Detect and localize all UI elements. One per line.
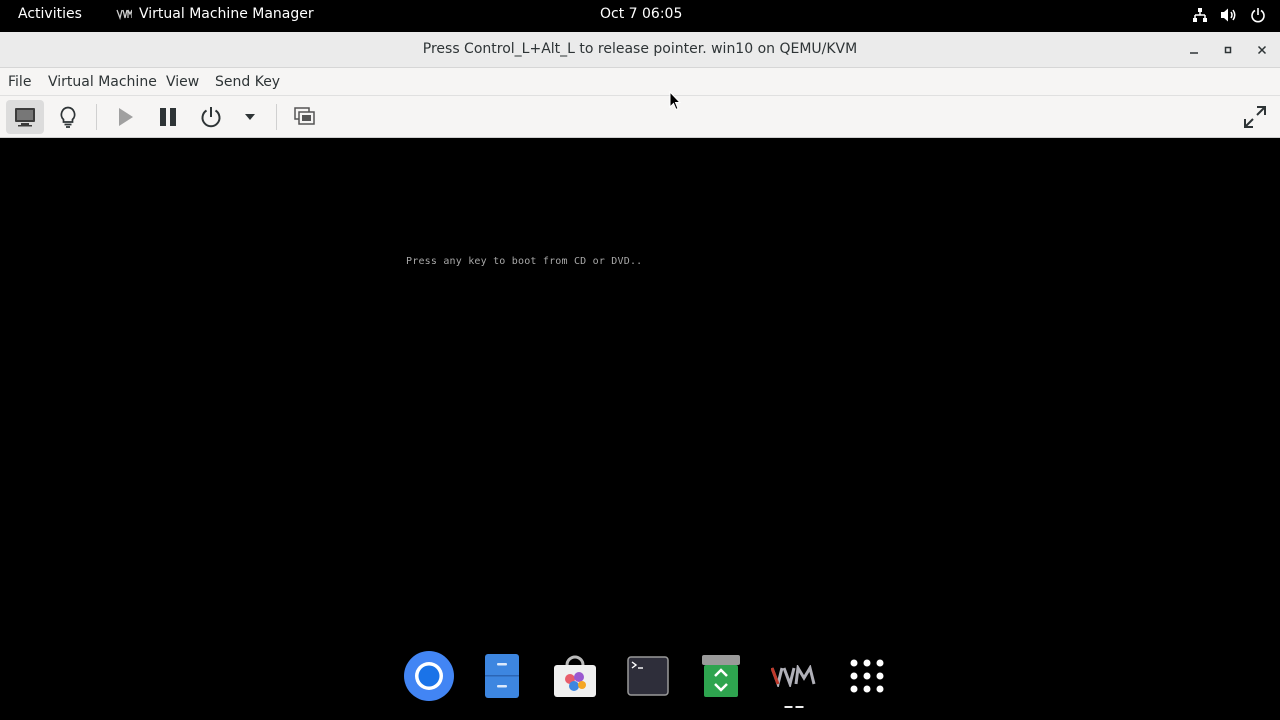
menu-file[interactable]: File xyxy=(8,74,31,90)
volume-icon[interactable] xyxy=(1220,7,1238,23)
pause-button[interactable] xyxy=(150,100,186,134)
shutdown-icon xyxy=(201,107,221,128)
top-bar: Activities Virtual Machine Manager Oct 7… xyxy=(0,0,1280,32)
dash-item-terminal[interactable] xyxy=(611,650,684,702)
snapshots-button[interactable] xyxy=(286,100,324,134)
vmm-icon xyxy=(770,665,815,687)
dash-item-software[interactable] xyxy=(538,650,611,702)
dash-item-virt-manager[interactable] xyxy=(757,650,830,708)
minimize-icon xyxy=(1190,52,1198,54)
running-indicator xyxy=(784,706,803,708)
dash xyxy=(392,650,903,710)
vmm-small-icon xyxy=(116,9,132,20)
snapshots-icon xyxy=(294,107,315,125)
dash-item-show-apps[interactable] xyxy=(830,650,903,702)
pause-icon xyxy=(160,108,176,126)
title-bar[interactable]: Press Control_L+Alt_L to release pointer… xyxy=(0,32,1280,68)
mouse-pointer-icon xyxy=(669,91,681,111)
app-menu[interactable]: Virtual Machine Manager xyxy=(116,6,314,22)
shutdown-menu-button[interactable] xyxy=(236,100,264,134)
close-icon xyxy=(1257,45,1267,55)
shutdown-button[interactable] xyxy=(192,100,230,134)
dash-item-files[interactable] xyxy=(465,650,538,702)
details-lightbulb-icon xyxy=(60,106,76,128)
trash-icon xyxy=(701,655,740,697)
activities-button[interactable]: Activities xyxy=(18,6,82,22)
app-menu-label: Virtual Machine Manager xyxy=(139,6,314,22)
fullscreen-icon xyxy=(1244,106,1266,128)
window-title: Press Control_L+Alt_L to release pointer… xyxy=(422,41,858,57)
menu-bar: File Virtual Machine View Send Key xyxy=(0,68,1280,96)
toolbar-separator xyxy=(96,104,97,130)
files-icon xyxy=(484,654,519,698)
dash-item-chrome[interactable] xyxy=(392,650,465,702)
vm-console-display[interactable]: Press any key to boot from CD or DVD.. xyxy=(0,138,1280,720)
chrome-icon xyxy=(403,651,454,701)
power-icon[interactable] xyxy=(1250,7,1266,23)
maximize-icon xyxy=(1224,46,1232,54)
fullscreen-button[interactable] xyxy=(1236,100,1274,134)
console-view-button[interactable] xyxy=(6,100,44,134)
menu-view[interactable]: View xyxy=(166,74,199,90)
dash-item-trash[interactable] xyxy=(684,650,757,702)
close-button[interactable] xyxy=(1252,40,1272,60)
run-icon xyxy=(119,108,133,126)
network-icon[interactable] xyxy=(1192,7,1208,23)
menu-virtual-machine[interactable]: Virtual Machine xyxy=(48,74,157,90)
run-button[interactable] xyxy=(106,100,144,134)
console-icon xyxy=(15,108,35,127)
toolbar-separator xyxy=(276,104,277,130)
system-tray[interactable] xyxy=(1192,7,1266,23)
shutdown-menu-arrow-icon xyxy=(245,114,255,120)
minimize-button[interactable] xyxy=(1184,40,1204,60)
vm-console-window: Press Control_L+Alt_L to release pointer… xyxy=(0,32,1280,720)
clock[interactable]: Oct 7 06:05 xyxy=(600,6,682,22)
maximize-button[interactable] xyxy=(1218,40,1238,60)
software-icon xyxy=(553,655,596,697)
toolbar xyxy=(0,96,1280,138)
menu-send-key[interactable]: Send Key xyxy=(215,74,280,90)
details-button[interactable] xyxy=(50,100,86,134)
boot-message: Press any key to boot from CD or DVD.. xyxy=(406,256,643,267)
app-grid-icon xyxy=(850,659,883,693)
terminal-icon xyxy=(626,656,669,696)
